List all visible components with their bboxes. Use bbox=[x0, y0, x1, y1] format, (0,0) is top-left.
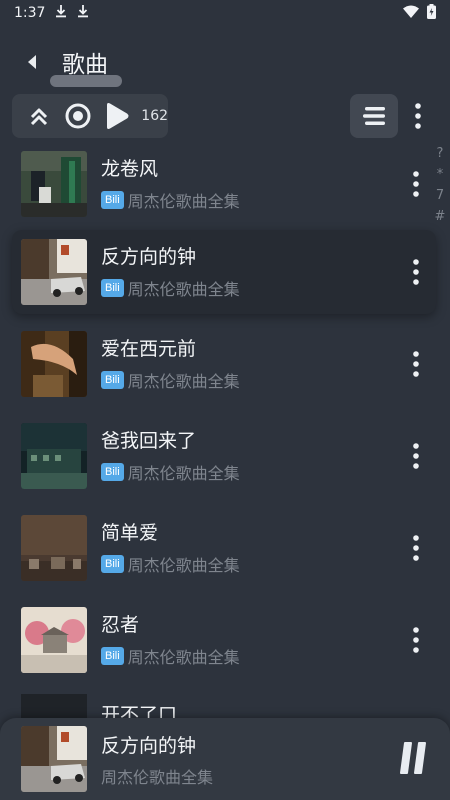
download-icon bbox=[55, 4, 67, 22]
album-cover bbox=[21, 515, 87, 581]
index-letter[interactable]: # bbox=[435, 209, 446, 224]
clock: 1:37 bbox=[14, 5, 46, 21]
sort-lines-icon bbox=[363, 107, 385, 125]
song-title: 开不了口 bbox=[101, 704, 178, 718]
scroll-to-top-button[interactable] bbox=[22, 99, 55, 133]
song-title: 忍者 bbox=[101, 614, 140, 636]
album-cover bbox=[21, 607, 87, 673]
index-letter[interactable]: * bbox=[437, 167, 444, 182]
source-badge: Bili bbox=[101, 647, 124, 665]
source-badge: Bili bbox=[101, 555, 124, 573]
app-bar: 歌曲 bbox=[0, 36, 450, 88]
source-badge: Bili bbox=[101, 463, 124, 481]
song-count: 162 bbox=[141, 108, 169, 124]
status-bar: 1:37 bbox=[0, 0, 450, 26]
song-row[interactable]: 爸我回来了 Bili 周杰伦歌曲全集 bbox=[12, 414, 436, 498]
battery-icon bbox=[427, 3, 436, 23]
now-playing-subtitle: 周杰伦歌曲全集 bbox=[101, 767, 214, 787]
album-cover bbox=[21, 423, 87, 489]
album-cover bbox=[21, 151, 87, 217]
song-album: 周杰伦歌曲全集 bbox=[127, 280, 240, 299]
album-cover bbox=[21, 239, 87, 305]
song-row[interactable]: 简单爱 Bili 周杰伦歌曲全集 bbox=[12, 506, 436, 590]
song-album: 周杰伦歌曲全集 bbox=[127, 648, 240, 667]
back-button[interactable] bbox=[12, 42, 52, 82]
source-badge: Bili bbox=[101, 191, 124, 209]
pause-button[interactable] bbox=[394, 738, 434, 778]
song-album: 周杰伦歌曲全集 bbox=[127, 556, 240, 575]
album-cover bbox=[21, 694, 87, 718]
back-arrow-icon bbox=[28, 55, 36, 69]
download-icon bbox=[77, 4, 89, 22]
more-vertical-icon bbox=[413, 259, 419, 285]
song-title: 反方向的钟 bbox=[101, 246, 197, 268]
page-title: 歌曲 bbox=[50, 45, 122, 87]
album-cover bbox=[21, 331, 87, 397]
play-all-button[interactable] bbox=[100, 99, 133, 133]
song-more-button[interactable] bbox=[402, 344, 430, 384]
song-title: 简单爱 bbox=[101, 522, 159, 544]
index-letter[interactable]: 7 bbox=[436, 188, 444, 203]
sort-button[interactable] bbox=[350, 94, 398, 138]
song-row[interactable]: 龙卷风 Bili 周杰伦歌曲全集 bbox=[12, 142, 436, 226]
song-more-button[interactable] bbox=[402, 528, 430, 568]
more-vertical-icon bbox=[413, 627, 419, 653]
song-row[interactable]: 开不了口 bbox=[12, 694, 436, 718]
song-more-button[interactable] bbox=[402, 252, 430, 292]
wifi-icon bbox=[403, 5, 419, 22]
more-vertical-icon bbox=[415, 103, 421, 129]
song-more-button[interactable] bbox=[402, 436, 430, 476]
mini-player[interactable]: 反方向的钟 周杰伦歌曲全集 bbox=[0, 718, 450, 800]
song-title: 爱在西元前 bbox=[101, 338, 197, 360]
song-album: 周杰伦歌曲全集 bbox=[127, 372, 240, 391]
source-badge: Bili bbox=[101, 279, 124, 297]
double-chevron-up-icon bbox=[30, 108, 47, 126]
title-underline bbox=[50, 75, 122, 87]
locate-icon bbox=[65, 103, 91, 129]
song-row[interactable]: 反方向的钟 Bili 周杰伦歌曲全集 bbox=[12, 230, 436, 314]
song-title: 龙卷风 bbox=[101, 158, 159, 180]
more-vertical-icon bbox=[413, 171, 419, 197]
play-icon bbox=[106, 103, 129, 129]
now-playing-title: 反方向的钟 bbox=[101, 734, 197, 757]
index-letter[interactable]: ? bbox=[437, 146, 444, 161]
locate-current-button[interactable] bbox=[61, 99, 94, 133]
song-album: 周杰伦歌曲全集 bbox=[127, 464, 240, 483]
more-vertical-icon bbox=[413, 351, 419, 377]
more-vertical-icon bbox=[413, 443, 419, 469]
now-playing-cover bbox=[21, 726, 87, 792]
more-options-button[interactable] bbox=[402, 96, 434, 136]
source-badge: Bili bbox=[101, 371, 124, 389]
song-title: 爸我回来了 bbox=[101, 430, 197, 452]
song-row[interactable]: 爱在西元前 Bili 周杰伦歌曲全集 bbox=[12, 322, 436, 406]
pause-icon bbox=[400, 742, 426, 774]
song-more-button[interactable] bbox=[402, 620, 430, 660]
song-row[interactable]: 忍者 Bili 周杰伦歌曲全集 bbox=[12, 598, 436, 682]
song-album: 周杰伦歌曲全集 bbox=[127, 192, 240, 211]
more-vertical-icon bbox=[413, 535, 419, 561]
playback-toolbar: 162 bbox=[12, 94, 168, 138]
song-more-button[interactable] bbox=[402, 164, 430, 204]
